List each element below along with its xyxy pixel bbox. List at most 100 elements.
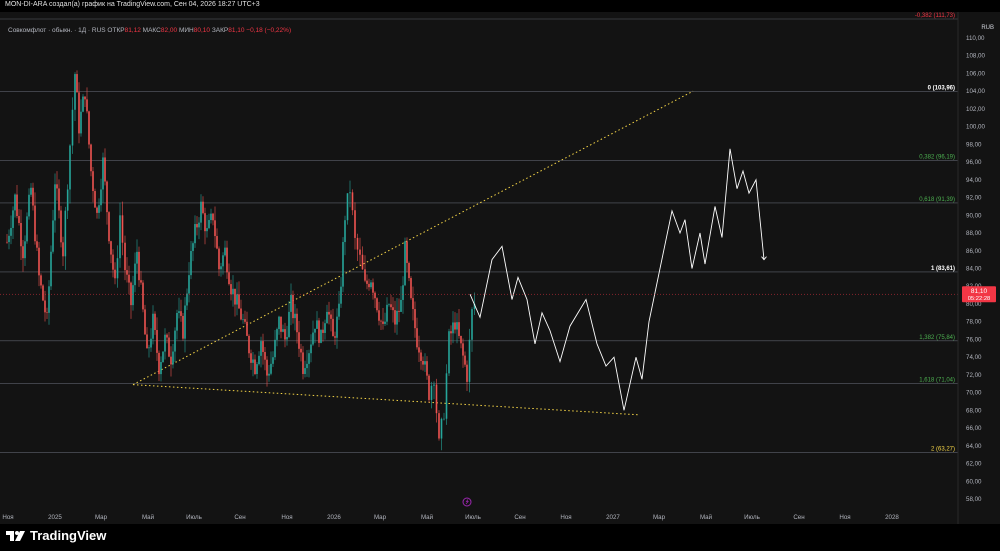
lightning-icon <box>465 499 469 505</box>
candle-body <box>160 362 162 375</box>
candle-body <box>69 145 71 190</box>
candle-body <box>450 331 452 334</box>
price-chart[interactable]: -0,382 (111,73) 0 (103,96) 0,382 (96,19) 0,… <box>0 12 1000 524</box>
candle-body <box>380 320 382 322</box>
candle-body <box>184 305 186 339</box>
candle-body <box>218 248 220 270</box>
candle-body <box>310 344 312 354</box>
candle-body <box>338 303 340 317</box>
x-axis-tick-label: Май <box>142 514 155 521</box>
y-axis-tick-label: 106,00 <box>966 70 985 77</box>
candle-body <box>84 96 86 100</box>
candle-body <box>445 373 448 419</box>
candle-body <box>10 227 12 236</box>
legend-symbol[interactable]: Совкомфлот · обыкн. · 1Д · RUS <box>8 27 106 34</box>
candle-body <box>164 334 166 352</box>
candle-body <box>126 270 128 275</box>
candle-body <box>424 361 426 365</box>
candle-body <box>354 210 356 238</box>
candle-body <box>316 320 318 329</box>
candle-body <box>466 364 468 382</box>
candle-body <box>435 384 438 414</box>
candle-body <box>166 334 168 338</box>
candle-body <box>104 157 106 182</box>
candle-body <box>458 322 460 336</box>
candle-body <box>56 184 58 189</box>
candle-body <box>132 285 134 306</box>
candle-body <box>204 213 206 232</box>
candle-body <box>456 322 458 330</box>
candle-body <box>260 341 262 356</box>
candle-body <box>349 192 351 194</box>
candle-body <box>320 329 322 343</box>
candle-body <box>119 215 121 259</box>
candle-body <box>278 316 280 330</box>
tradingview-logo[interactable]: TradingView <box>6 528 106 543</box>
attribution-bar: MON-DI-ARA создал(а) график на TradingVi… <box>0 0 1000 12</box>
candle-body <box>443 418 445 420</box>
candle-body <box>402 285 404 300</box>
y-axis-tick-label: 108,00 <box>966 53 985 60</box>
candle-body <box>282 329 284 332</box>
candle-body <box>334 336 336 338</box>
y-axis-tick-label: 104,00 <box>966 88 985 95</box>
candle-body <box>326 311 328 324</box>
chart-frame[interactable]: -0,382 (111,73) 0 (103,96) 0,382 (96,19) 0,… <box>0 12 1000 524</box>
candle-body <box>222 255 224 267</box>
candle-body <box>198 222 200 228</box>
candle-body <box>410 278 412 299</box>
candle-body <box>248 335 250 354</box>
candle-body <box>312 332 314 345</box>
candle-body <box>364 269 366 281</box>
candle-body <box>32 187 34 206</box>
candle-body <box>298 332 300 349</box>
candle-body <box>121 215 124 243</box>
candle-body <box>134 263 136 286</box>
candle-body <box>440 418 443 439</box>
candle-body <box>294 313 296 319</box>
legend-high-label: МАКС <box>142 27 161 34</box>
candle-body <box>368 283 370 288</box>
candle-body <box>226 247 228 273</box>
candle-body <box>228 272 230 285</box>
candle-body <box>114 269 116 279</box>
candle-body <box>258 355 260 365</box>
candle-body <box>14 194 16 211</box>
candle-body <box>190 251 192 276</box>
fib-level-label: 1,618 (71,04) <box>919 377 955 383</box>
y-axis-tick-label: 98,00 <box>966 141 982 148</box>
candle-body <box>220 266 222 270</box>
candle-body <box>452 322 454 334</box>
legend-high-value: 82,00 <box>160 27 178 34</box>
fib-level-label: 2 (63,27) <box>931 446 955 452</box>
last-price-countdown: 05:22:28 <box>968 296 991 302</box>
candle-body <box>50 251 52 287</box>
candle-body <box>304 368 306 374</box>
legend-close-label: ЗАКР <box>211 27 229 34</box>
candle-body <box>344 220 346 243</box>
candle-body <box>422 360 424 365</box>
candle-body <box>152 313 154 339</box>
x-axis-tick-label: Ноя <box>281 514 292 521</box>
candle-body <box>154 313 156 331</box>
candle-body <box>74 74 76 110</box>
candle-body <box>276 329 278 340</box>
candle-body <box>92 171 94 192</box>
candle-body <box>188 275 190 294</box>
candle-body <box>60 210 62 243</box>
x-axis-tick-label: Ноя <box>839 514 850 521</box>
candle-body <box>366 280 368 284</box>
symbol-legend[interactable]: Совкомфлот · обыкн. · 1Д · RUS ОТКР81,12… <box>8 27 291 34</box>
candle-body <box>48 286 50 313</box>
currency-label[interactable]: RUB <box>981 25 994 31</box>
y-axis-tick-label: 60,00 <box>966 478 982 485</box>
x-axis-tick-label: Сен <box>234 514 245 521</box>
candle-body <box>430 385 433 400</box>
candle-body <box>412 298 414 310</box>
candle-body <box>234 288 236 305</box>
candle-body <box>88 111 90 145</box>
event-marker-icon <box>462 497 472 507</box>
candle-body <box>268 373 270 376</box>
candle-body <box>58 188 60 211</box>
candle-body <box>286 337 288 340</box>
